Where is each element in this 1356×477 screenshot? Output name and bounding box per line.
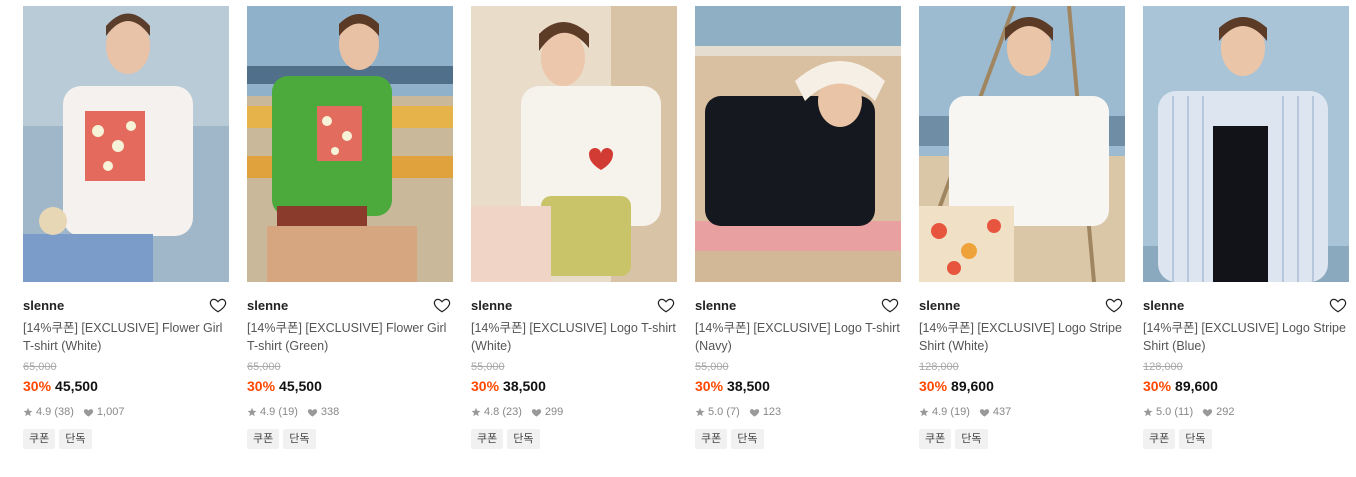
product-image[interactable] [247, 6, 453, 282]
original-price: 128,000 [919, 361, 959, 373]
product-title[interactable]: [14%쿠폰] [EXCLUSIVE] Logo Stripe Shirt (W… [919, 319, 1125, 355]
review-count: (38) [54, 406, 74, 418]
product-card[interactable]: slenne [14%쿠폰] [EXCLUSIVE] Logo Stripe S… [919, 6, 1125, 449]
tag-coupon[interactable]: 쿠폰 [247, 429, 280, 449]
heart-icon[interactable] [657, 296, 675, 314]
star-icon [695, 407, 705, 417]
like-count: 292 [1216, 406, 1235, 418]
product-title[interactable]: [14%쿠폰] [EXCLUSIVE] Flower Girl T-shirt … [247, 319, 453, 355]
product-card[interactable]: slenne [14%쿠폰] [EXCLUSIVE] Flower Girl T… [247, 6, 453, 449]
product-title[interactable]: [14%쿠폰] [EXCLUSIVE] Flower Girl T-shirt … [23, 319, 229, 355]
heart-icon[interactable] [209, 296, 227, 314]
discount-rate: 30% [695, 378, 724, 394]
like-count: 437 [992, 406, 1012, 418]
like-heart-icon [307, 408, 318, 417]
heart-icon[interactable] [881, 296, 899, 314]
star-icon [23, 407, 33, 417]
star-icon [247, 407, 257, 417]
product-card[interactable]: slenne [14%쿠폰] [EXCLUSIVE] Logo Stripe S… [1143, 6, 1349, 449]
review-count: (19) [278, 406, 298, 418]
product-image[interactable] [695, 6, 901, 282]
like-heart-icon [749, 408, 759, 417]
rating-value: 5.0 [708, 406, 724, 418]
like-heart-icon [1202, 408, 1213, 417]
review-count: (11) [1174, 406, 1194, 418]
heart-icon[interactable] [1105, 296, 1123, 314]
sale-price: 38,500 [727, 378, 770, 394]
brand-name[interactable]: slenne [695, 296, 736, 316]
tag-exclusive[interactable]: 단독 [59, 429, 92, 449]
brand-name[interactable]: slenne [23, 296, 64, 316]
review-count: (23) [502, 406, 522, 418]
tag-exclusive[interactable]: 단독 [283, 429, 316, 449]
product-image[interactable] [1143, 6, 1349, 282]
sale-price: 45,500 [55, 378, 98, 394]
tag-exclusive[interactable]: 단독 [731, 429, 764, 449]
rating-value: 5.0 [1156, 406, 1172, 418]
rating-value: 4.9 [260, 406, 276, 418]
product-image[interactable] [919, 6, 1125, 282]
discount-rate: 30% [471, 378, 500, 394]
product-card[interactable]: slenne [14%쿠폰] [EXCLUSIVE] Logo T-shirt … [695, 6, 901, 449]
like-count: 338 [320, 406, 340, 418]
tag-coupon[interactable]: 쿠폰 [1143, 429, 1176, 449]
brand-name[interactable]: slenne [471, 296, 512, 316]
brand-name[interactable]: slenne [247, 296, 288, 316]
rating-value: 4.9 [36, 406, 52, 418]
sale-price: 38,500 [503, 378, 546, 394]
brand-name[interactable]: slenne [1143, 296, 1184, 316]
like-heart-icon [979, 408, 990, 417]
review-count: (7) [726, 406, 740, 418]
like-count: 123 [762, 406, 782, 418]
tag-coupon[interactable]: 쿠폰 [695, 429, 728, 449]
product-card[interactable]: slenne [14%쿠폰] [EXCLUSIVE] Flower Girl T… [23, 6, 229, 449]
product-title[interactable]: [14%쿠폰] [EXCLUSIVE] Logo T-shirt (White) [471, 319, 677, 355]
brand-name[interactable]: slenne [919, 296, 960, 316]
discount-rate: 30% [1143, 378, 1172, 394]
sale-price: 45,500 [279, 378, 322, 394]
heart-icon[interactable] [433, 296, 451, 314]
like-heart-icon [83, 408, 94, 417]
star-icon [919, 407, 929, 417]
discount-rate: 30% [247, 378, 276, 394]
like-count: 299 [544, 406, 564, 418]
original-price: 65,000 [23, 361, 57, 373]
rating-value: 4.9 [932, 406, 948, 418]
original-price: 55,000 [695, 361, 729, 373]
tag-coupon[interactable]: 쿠폰 [919, 429, 952, 449]
heart-icon[interactable] [1329, 296, 1347, 314]
tag-exclusive[interactable]: 단독 [507, 429, 540, 449]
rating-value: 4.8 [484, 406, 500, 418]
discount-rate: 30% [919, 378, 948, 394]
product-image[interactable] [23, 6, 229, 282]
tag-coupon[interactable]: 쿠폰 [471, 429, 504, 449]
star-icon [1143, 407, 1153, 417]
original-price: 65,000 [247, 361, 281, 373]
tag-exclusive[interactable]: 단독 [955, 429, 988, 449]
product-image[interactable] [471, 6, 677, 282]
tag-coupon[interactable]: 쿠폰 [23, 429, 56, 449]
sale-price: 89,600 [1175, 378, 1218, 394]
discount-rate: 30% [23, 378, 52, 394]
star-icon [471, 407, 481, 417]
review-count: (19) [950, 406, 970, 418]
original-price: 55,000 [471, 361, 505, 373]
like-heart-icon [531, 408, 542, 417]
product-title[interactable]: [14%쿠폰] [EXCLUSIVE] Logo Stripe Shirt (B… [1143, 319, 1349, 355]
sale-price: 89,600 [951, 378, 994, 394]
original-price: 128,000 [1143, 361, 1183, 373]
product-card[interactable]: slenne [14%쿠폰] [EXCLUSIVE] Logo T-shirt … [471, 6, 677, 449]
product-title[interactable]: [14%쿠폰] [EXCLUSIVE] Logo T-shirt (Navy) [695, 319, 901, 355]
like-count: 1,007 [96, 406, 125, 418]
product-grid: slenne [14%쿠폰] [EXCLUSIVE] Flower Girl T… [0, 0, 1356, 477]
tag-exclusive[interactable]: 단독 [1179, 429, 1212, 449]
